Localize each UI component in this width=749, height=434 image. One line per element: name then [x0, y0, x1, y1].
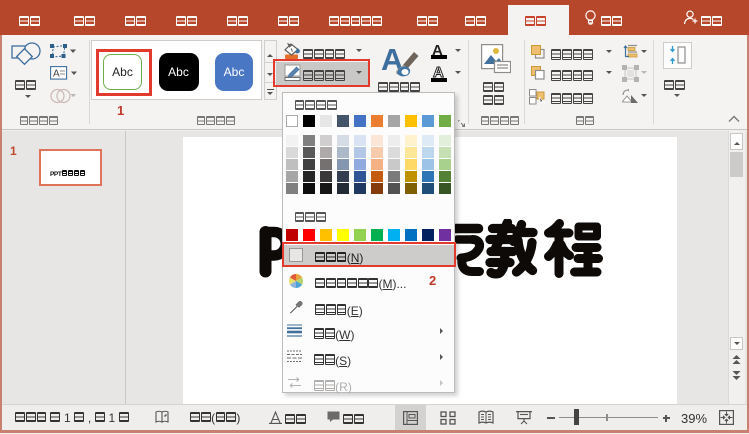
svg-text:A: A [53, 69, 60, 80]
